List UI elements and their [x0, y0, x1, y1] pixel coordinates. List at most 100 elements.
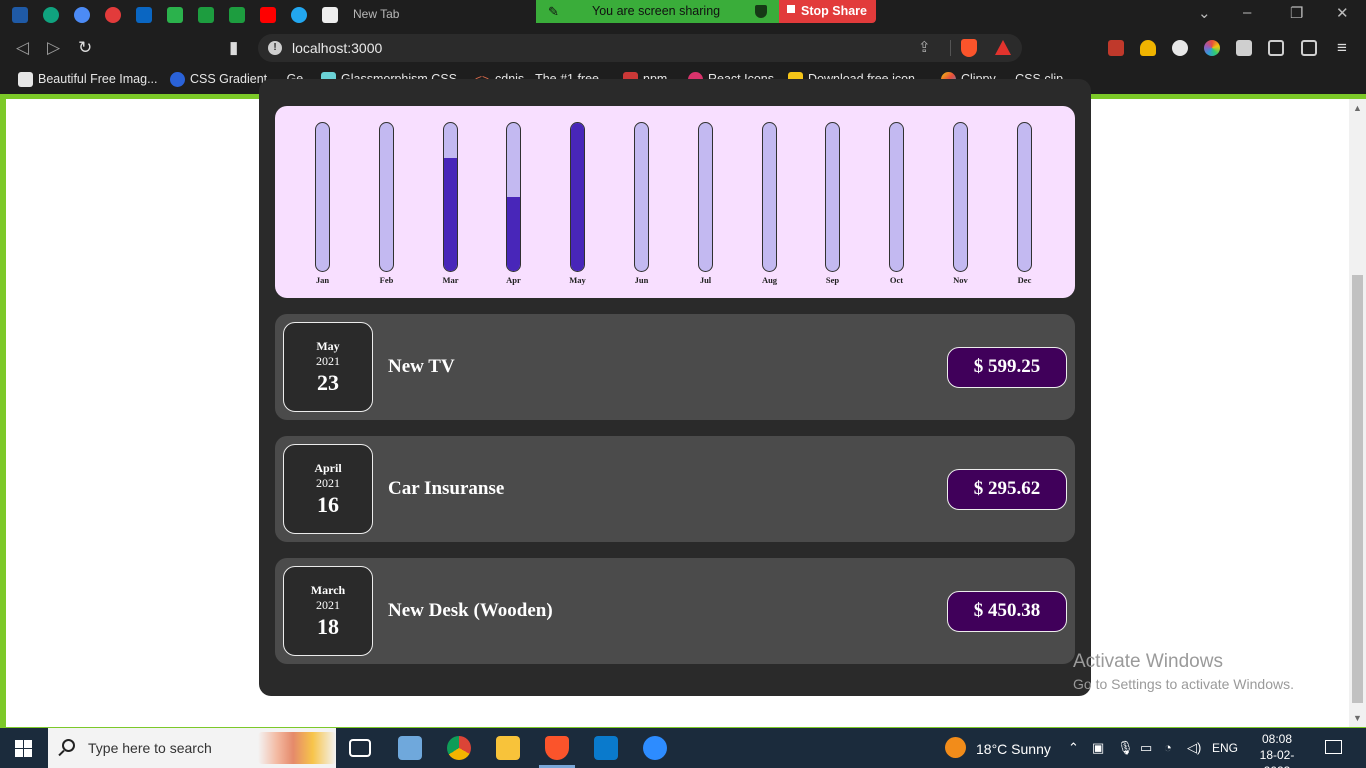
tab-icon-8[interactable] [229, 7, 245, 23]
tab-icon-3[interactable] [74, 7, 90, 23]
chart-bar-fill [571, 123, 584, 271]
omnibox-divider [950, 40, 951, 56]
page-viewport: Jan Feb Mar Apr May Jun Jul Aug Sep Oct Nov Dec May… [0, 79, 1366, 728]
expense-date: March 2021 18 [283, 566, 373, 656]
chart-bar-track [698, 122, 713, 272]
volume-icon[interactable]: ◁) [1187, 740, 1201, 756]
chrome-app-icon[interactable] [447, 736, 471, 760]
page-content: Jan Feb Mar Apr May Jun Jul Aug Sep Oct Nov Dec May… [6, 79, 1349, 727]
menu-icon[interactable]: ≡ [1337, 38, 1347, 58]
browser-tab-strip: New Tab ✎ You are screen sharing Stop Sh… [0, 0, 1366, 30]
chart-bar-label: Feb [379, 275, 394, 285]
chart-bar-jun: Jun [634, 122, 649, 285]
active-tab-title[interactable]: New Tab [353, 7, 399, 21]
back-icon[interactable]: ◁ [16, 38, 29, 58]
bookmark-item[interactable]: Beautiful Free Imag... [18, 72, 158, 87]
css-gradient-icon [170, 72, 185, 87]
close-button[interactable]: ✕ [1336, 4, 1349, 22]
chart-bar-label: Oct [889, 275, 904, 285]
tab-icon-1[interactable] [12, 7, 28, 23]
extensions-puzzle-icon[interactable] [1236, 40, 1252, 56]
scroll-up-icon[interactable]: ▲ [1353, 103, 1362, 113]
chart-bar-label: Jul [699, 275, 712, 285]
expense-amount: $ 450.38 [947, 591, 1067, 632]
microphone-icon[interactable]: 🎙 [1117, 740, 1134, 756]
tab-icon-4[interactable] [105, 7, 121, 23]
file-explorer-icon[interactable] [496, 736, 520, 760]
expense-month: April [314, 461, 342, 475]
expense-date: May 2021 23 [283, 322, 373, 412]
scrollbar-thumb[interactable] [1352, 275, 1363, 703]
chart-bar-fill [507, 197, 520, 271]
chatgpt-tab-icon[interactable] [43, 7, 59, 23]
vscode-app-icon[interactable] [594, 736, 618, 760]
url-text[interactable]: localhost:3000 [292, 40, 382, 56]
search-highlight-image [258, 732, 336, 764]
chart-bar-fill [444, 158, 457, 271]
color-picker-extension-icon[interactable] [1204, 40, 1220, 56]
clock-date: 18-02-2023 [1259, 748, 1295, 768]
chart-bar-track [570, 122, 585, 272]
linkedin-tab-icon[interactable] [136, 7, 152, 23]
chart-bar-track [825, 122, 840, 272]
chart-bar-track [443, 122, 458, 272]
site-info-icon[interactable]: ! [268, 41, 282, 55]
address-bar[interactable]: ! localhost:3000 ⇪ [258, 34, 1022, 62]
chart-bar-may: May [569, 122, 586, 285]
tab-icon-6[interactable] [167, 7, 183, 23]
weather-sun-icon[interactable] [945, 737, 966, 758]
bookmark-icon[interactable]: ▮ [229, 38, 238, 58]
wifi-icon[interactable]: ◔ [1164, 740, 1172, 755]
expense-amount: $ 599.25 [947, 347, 1067, 388]
youtube-tab-icon[interactable] [260, 7, 276, 23]
chart-bar-label: Nov [953, 275, 968, 285]
minimize-button[interactable]: – [1243, 4, 1251, 21]
forward-icon[interactable]: ▷ [47, 38, 60, 58]
scroll-down-icon[interactable]: ▼ [1353, 713, 1362, 723]
expense-item: May 2021 23 New TV $ 599.25 [275, 314, 1075, 420]
expenses-container: Jan Feb Mar Apr May Jun Jul Aug Sep Oct Nov Dec May… [259, 79, 1091, 696]
chart-bar-sep: Sep [825, 122, 840, 285]
windows-start-icon[interactable] [15, 740, 32, 757]
brave-rewards-icon[interactable] [995, 40, 1011, 55]
chart-bar-label: Mar [442, 275, 459, 285]
expense-day: 23 [317, 370, 339, 395]
page-scrollbar[interactable]: ▲ ▼ [1349, 99, 1366, 727]
expense-day: 16 [317, 492, 339, 517]
taskbar-clock[interactable]: 08:08 18-02-2023 [1252, 731, 1302, 768]
expense-year: 2021 [316, 354, 340, 368]
tab-icon-11[interactable] [322, 7, 338, 23]
stop-share-button[interactable]: Stop Share [779, 0, 876, 23]
weather-text[interactable]: 18°C Sunny [976, 741, 1051, 757]
meet-now-icon[interactable]: ▣ [1092, 740, 1104, 756]
wallet-icon[interactable] [1301, 40, 1317, 56]
extension-icon-2[interactable] [1140, 40, 1156, 56]
notepad-app-icon[interactable] [398, 736, 422, 760]
browser-toolbar: ◁ ▷ ↻ ▮ ! localhost:3000 ⇪ ≡ [0, 30, 1366, 66]
battery-icon[interactable]: ▭ [1140, 740, 1152, 756]
brave-app-icon[interactable] [539, 736, 575, 768]
search-icon [62, 739, 75, 752]
tab-icon-10[interactable] [291, 7, 307, 23]
restore-button[interactable]: ❐ [1290, 4, 1303, 22]
sidebar-icon[interactable] [1268, 40, 1284, 56]
taskbar-search-box[interactable]: Type here to search [48, 728, 336, 768]
show-hidden-icons[interactable]: ⌃ [1068, 740, 1079, 756]
task-view-icon[interactable] [349, 739, 371, 757]
extension-icon-1[interactable] [1108, 40, 1124, 56]
expense-year: 2021 [316, 598, 340, 612]
clock-time: 08:08 [1261, 732, 1293, 746]
share-icon[interactable]: ⇪ [918, 38, 931, 56]
reload-icon[interactable]: ↻ [78, 38, 92, 58]
tab-search-icon[interactable]: ⌄ [1198, 4, 1211, 22]
notification-icon[interactable] [1325, 740, 1342, 754]
language-indicator[interactable]: ENG [1212, 741, 1238, 755]
chart-bar-track [379, 122, 394, 272]
add-extension-icon[interactable] [1172, 40, 1188, 56]
expense-day: 18 [317, 614, 339, 639]
brave-shields-icon[interactable] [961, 39, 977, 57]
expense-year: 2021 [316, 476, 340, 490]
zoom-app-icon[interactable] [643, 736, 667, 760]
chart-bar-label: Apr [506, 275, 521, 285]
tab-icon-7[interactable] [198, 7, 214, 23]
